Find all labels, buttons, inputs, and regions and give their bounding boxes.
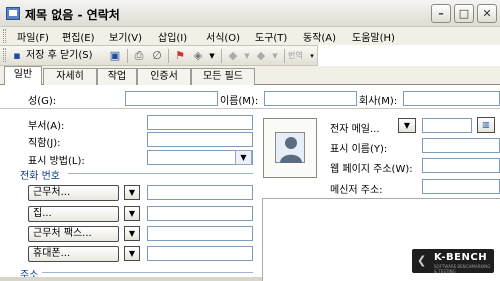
toolbar-separator [284, 49, 285, 63]
section-divider [68, 173, 253, 174]
tab-activities[interactable]: 작업 [97, 68, 137, 85]
home-phone-button[interactable]: 집... [28, 206, 119, 222]
business-phone-button[interactable]: 근무처... [28, 185, 119, 201]
display-name-label: 표시 이름(Y): [330, 144, 388, 155]
menu-edit[interactable]: 편집(E) [62, 29, 95, 44]
menu-bar: 파일(F) 편집(E) 보기(V) 삽입(I) 서식(O) 도구(T) 동작(A… [0, 27, 500, 45]
contact-card-icon [6, 7, 20, 20]
job-title-label: 직함(J): [28, 138, 61, 149]
menu-view[interactable]: 보기(V) [109, 29, 142, 44]
chevron-down-icon[interactable]: ▼ [124, 185, 140, 200]
department-label: 부서(A): [28, 121, 65, 132]
toolbar-separator [168, 49, 169, 63]
divider [0, 108, 500, 109]
logo-tagline: SOFTWARE BENCHMARKING & TESTING [434, 264, 491, 274]
company-label: 회사(M): [359, 96, 398, 107]
logo-brand: K-BENCH [434, 252, 488, 263]
flag-icon[interactable]: ⚑ [173, 49, 187, 63]
toolbar-grip[interactable] [3, 48, 6, 62]
menu-insert[interactable]: 삽입(I) [158, 29, 187, 44]
business-fax-field[interactable] [147, 226, 253, 241]
next-item-icon[interactable]: ◆ [254, 49, 268, 63]
save-icon: ▪ [13, 49, 21, 62]
previous-item-icon[interactable]: ◆ [226, 49, 240, 63]
person-silhouette-icon [275, 132, 305, 163]
email-label: 전자 메일... [330, 124, 380, 135]
phone-section-title: 전화 번호 [20, 171, 60, 182]
toolbar-options-icon[interactable]: ▾ [305, 49, 319, 63]
display-name-field[interactable] [422, 138, 500, 153]
menu-tools[interactable]: 도구(T) [255, 29, 287, 44]
company-field[interactable] [403, 91, 500, 106]
tab-certificates[interactable]: 인증서 [137, 68, 191, 85]
department-field[interactable] [147, 115, 253, 130]
chevron-down-icon[interactable]: ▼ [124, 226, 140, 241]
menu-format[interactable]: 서식(O) [206, 29, 240, 44]
tab-strip: 일반 자세히 작업 인증서 모든 필드 [0, 66, 500, 86]
section-divider [42, 272, 253, 273]
email-field[interactable] [422, 118, 472, 133]
web-page-label: 웹 페이지 주소(W): [330, 164, 413, 175]
kbench-mark-icon: ❮ [417, 254, 427, 267]
translate-button[interactable]: 번역 [288, 48, 303, 64]
standard-toolbar: ▪ 저장 후 닫기(S) ▣ ⎙ ∅ ⚑ ◈ ▼ ◆ ▼ ◆ ▼ 번역 ▾ [0, 45, 318, 66]
business-phone-field[interactable] [147, 185, 253, 200]
attach-icon[interactable]: ∅ [150, 49, 164, 63]
window-title: 제목 없음 - 연락처 [25, 8, 120, 22]
mobile-phone-field[interactable] [147, 246, 253, 261]
horizontal-scrollbar[interactable] [0, 277, 262, 281]
chevron-down-icon[interactable]: ▼ [268, 49, 282, 63]
business-fax-button[interactable]: 근무처 팩스... [28, 226, 119, 242]
tab-details[interactable]: 자세히 [43, 68, 97, 85]
web-page-field[interactable] [422, 158, 500, 173]
tab-general[interactable]: 일반 [4, 66, 42, 86]
chevron-down-icon[interactable]: ▼ [240, 49, 254, 63]
title-bar[interactable]: 제목 없음 - 연락처 – □ ✕ [0, 0, 500, 27]
toolbar-separator [221, 49, 222, 63]
save-close-button[interactable]: 저장 후 닫기(S) [26, 48, 93, 64]
chevron-down-icon[interactable]: ▼ [235, 150, 252, 165]
chevron-down-icon[interactable]: ▼ [124, 246, 140, 261]
menu-grip[interactable] [3, 29, 6, 43]
first-name-field[interactable] [264, 91, 357, 106]
menu-file[interactable]: 파일(F) [17, 29, 49, 44]
job-title-field[interactable] [147, 132, 253, 147]
menu-help[interactable]: 도움말(H) [352, 29, 395, 44]
home-phone-field[interactable] [147, 206, 253, 221]
close-button[interactable]: ✕ [477, 4, 497, 23]
categories-icon[interactable]: ◈ [191, 49, 205, 63]
im-address-field[interactable] [422, 179, 500, 194]
maximize-button[interactable]: □ [454, 4, 474, 23]
kbench-watermark-logo: ❮ K-BENCH SOFTWARE BENCHMARKING & TESTIN… [412, 249, 494, 274]
contact-photo-button[interactable] [263, 118, 317, 178]
chevron-down-icon[interactable]: ▼ [205, 49, 219, 63]
toolbar-separator [127, 49, 128, 63]
chevron-down-icon[interactable]: ▼ [124, 206, 140, 221]
last-name-label: 성(G): [28, 96, 57, 107]
minimize-button[interactable]: – [431, 4, 451, 23]
menu-actions[interactable]: 동작(A) [303, 29, 336, 44]
mobile-phone-button[interactable]: 휴대폰... [28, 246, 119, 262]
im-address-label: 메신저 주소: [330, 185, 383, 196]
save-disk-icon[interactable]: ▣ [108, 49, 122, 63]
chevron-down-icon[interactable]: ▼ [398, 118, 416, 133]
last-name-field[interactable] [125, 91, 218, 106]
file-as-label: 표시 방법(L): [28, 156, 85, 167]
tab-all-fields[interactable]: 모든 필드 [191, 68, 255, 85]
address-book-icon[interactable]: ▥ [477, 117, 495, 133]
first-name-label: 이름(M): [220, 96, 259, 107]
print-icon[interactable]: ⎙ [132, 49, 146, 63]
